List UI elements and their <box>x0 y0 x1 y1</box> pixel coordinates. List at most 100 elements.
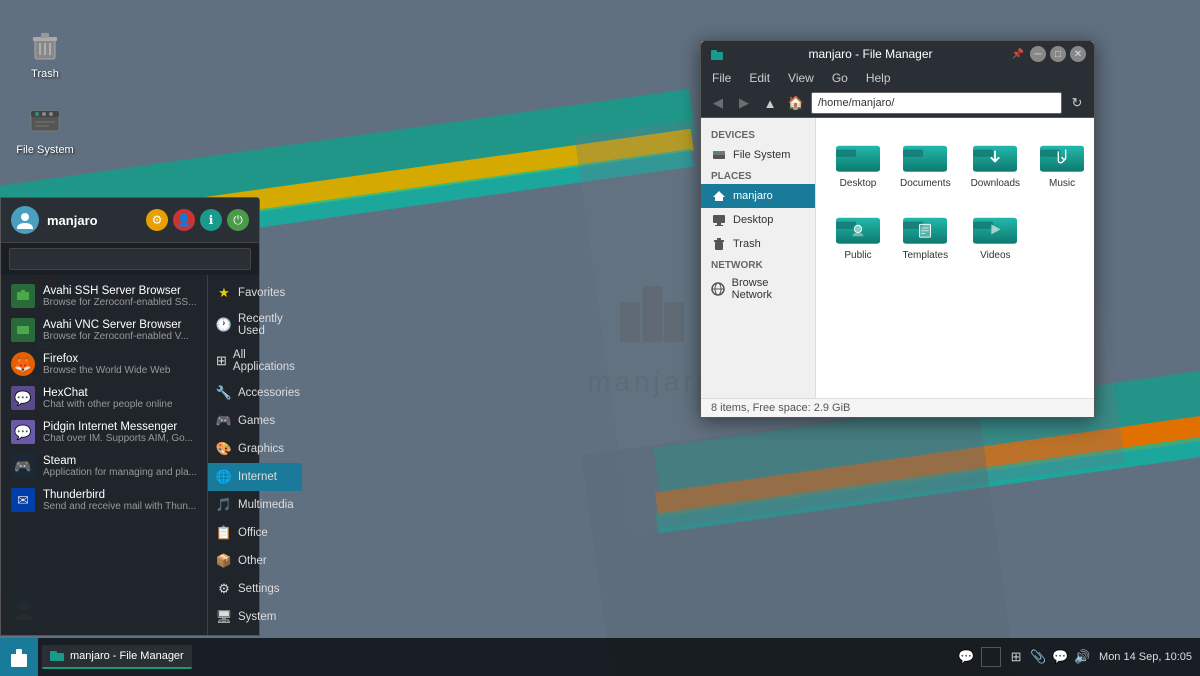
category-internet[interactable]: 🌐 Internet <box>208 463 302 491</box>
desktop-logo: manjaro <box>587 278 716 398</box>
network-sidebar-icon <box>711 281 726 297</box>
search-input[interactable] <box>9 248 251 270</box>
tray-icon-2[interactable]: 📎 <box>1029 648 1047 666</box>
desktop-icon-trash-label: Trash <box>31 68 59 81</box>
file-item-music[interactable]: Music <box>1035 133 1089 195</box>
all-applications-icon: ⊞ <box>216 353 227 369</box>
menu-edit[interactable]: Edit <box>746 70 773 86</box>
category-system[interactable]: 🖥 System <box>208 603 302 631</box>
sidebar-section-devices: DEVICES <box>701 126 815 143</box>
tray-icon-3[interactable]: 💬 <box>1051 648 1069 666</box>
pidgin-icon: 💬 <box>11 420 35 444</box>
category-office[interactable]: 📋 Office <box>208 519 302 547</box>
firefox-icon: 🦊 <box>11 352 35 376</box>
toolbar-up-btn[interactable]: ▲ <box>759 92 781 114</box>
menu-item-hexchat[interactable]: 💬 HexChat Chat with other people online <box>1 381 207 415</box>
favorites-icon: ★ <box>216 285 232 301</box>
window-titlebar: manjaro - File Manager 📌 ─ □ ✕ <box>701 41 1094 67</box>
tray-chat-icon[interactable]: 💬 <box>957 648 975 666</box>
window-close-btn[interactable]: ✕ <box>1070 46 1086 62</box>
window-title-icon <box>709 46 725 62</box>
sidebar-item-manjaro[interactable]: manjaro <box>701 184 815 208</box>
window-maximize-btn[interactable]: □ <box>1050 46 1066 62</box>
window-statusbar: 8 items, Free space: 2.9 GiB <box>701 398 1094 417</box>
sidebar-section-places: PLACES <box>701 167 815 184</box>
category-graphics[interactable]: 🎨 Graphics <box>208 435 302 463</box>
category-settings[interactable]: ⚙ Settings <box>208 575 302 603</box>
category-accessories[interactable]: 🔧 Accessories <box>208 379 302 407</box>
manjaro-sidebar-icon <box>711 188 727 204</box>
window-toolbar: ◀ ▶ ▲ 🏠 /home/manjaro/ ↻ <box>701 89 1094 118</box>
menu-item-pidgin-text: Pidgin Internet Messenger Chat over IM. … <box>43 421 197 444</box>
toolbar-forward-btn[interactable]: ▶ <box>733 92 755 114</box>
internet-icon: 🌐 <box>216 469 232 485</box>
other-icon: 📦 <box>216 553 232 569</box>
menu-help[interactable]: Help <box>863 70 894 86</box>
category-games[interactable]: 🎮 Games <box>208 407 302 435</box>
desktop-sidebar-icon <box>711 212 727 228</box>
window-minimize-btn[interactable]: ─ <box>1030 46 1046 62</box>
recently-used-icon: 🕐 <box>216 317 232 333</box>
menu-item-firefox[interactable]: 🦊 Firefox Browse the World Wide Web <box>1 347 207 381</box>
header-icon-settings[interactable]: ⚙ <box>146 209 168 231</box>
menu-go[interactable]: Go <box>829 70 851 86</box>
tray-icon-1[interactable]: ⊞ <box>1007 648 1025 666</box>
desktop-icon-filesystem[interactable]: File System <box>10 96 80 162</box>
category-other[interactable]: 📦 Other <box>208 547 302 575</box>
taskbar-window-list: manjaro - File Manager <box>38 645 949 669</box>
address-bar[interactable]: /home/manjaro/ <box>811 92 1062 114</box>
start-menu-avatar <box>11 206 39 234</box>
window-menubar: File Edit View Go Help <box>701 67 1094 89</box>
category-recently-used[interactable]: 🕐 Recently Used <box>208 307 302 343</box>
taskbar-item-file-manager[interactable]: manjaro - File Manager <box>42 645 192 669</box>
taskbar: manjaro - File Manager 💬 ⊞ 📎 💬 🔊 Mon 14 … <box>0 638 1200 676</box>
window-pin-btn[interactable]: 📌 <box>1010 46 1026 62</box>
category-favorites[interactable]: ★ Favorites <box>208 279 302 307</box>
steam-icon: 🎮 <box>11 454 35 478</box>
menu-item-firefox-text: Firefox Browse the World Wide Web <box>43 353 197 376</box>
header-icon-info[interactable]: ℹ <box>200 209 222 231</box>
menu-item-avahi-ssh-text: Avahi SSH Server Browser Browse for Zero… <box>43 285 197 308</box>
sidebar-item-browse-network[interactable]: Browse Network <box>701 273 815 305</box>
category-all-applications[interactable]: ⊞ All Applications <box>208 343 302 379</box>
file-item-videos[interactable]: Videos <box>966 205 1025 267</box>
file-item-downloads[interactable]: Downloads <box>966 133 1025 195</box>
menu-content: Avahi SSH Server Browser Browse for Zero… <box>1 275 259 635</box>
menu-item-thunderbird[interactable]: ✉ Thunderbird Send and receive mail with… <box>1 483 207 517</box>
sidebar-item-desktop[interactable]: Desktop <box>701 208 815 232</box>
office-icon: 📋 <box>216 525 232 541</box>
file-item-public[interactable]: Public <box>831 205 885 267</box>
menu-item-pidgin[interactable]: 💬 Pidgin Internet Messenger Chat over IM… <box>1 415 207 449</box>
file-item-templates[interactable]: Templates <box>895 205 956 267</box>
file-item-documents[interactable]: Documents <box>895 133 956 195</box>
tray-icon-4[interactable]: 🔊 <box>1073 648 1091 666</box>
toolbar-refresh-btn[interactable]: ↻ <box>1066 92 1088 114</box>
menu-view[interactable]: View <box>785 70 817 86</box>
tray-show-desktop[interactable] <box>981 647 1001 667</box>
sidebar-item-filesystem[interactable]: File System <box>701 143 815 167</box>
start-menu-username: manjaro <box>47 213 138 228</box>
thunderbird-icon: ✉ <box>11 488 35 512</box>
avahi-ssh-icon <box>11 284 35 308</box>
desktop-icon-trash[interactable]: Trash <box>10 20 80 86</box>
menu-item-steam[interactable]: 🎮 Steam Application for managing and pla… <box>1 449 207 483</box>
trash-sidebar-icon <box>711 236 727 252</box>
toolbar-back-btn[interactable]: ◀ <box>707 92 729 114</box>
category-multimedia[interactable]: 🎵 Multimedia <box>208 491 302 519</box>
hexchat-icon: 💬 <box>11 386 35 410</box>
desktop-logo-text: manjaro <box>587 366 716 398</box>
graphics-icon: 🎨 <box>216 441 232 457</box>
settings-icon: ⚙ <box>216 581 232 597</box>
menu-file[interactable]: File <box>709 70 734 86</box>
header-icon-user[interactable]: 👤 <box>173 209 195 231</box>
menu-item-thunderbird-text: Thunderbird Send and receive mail with T… <box>43 489 197 512</box>
toolbar-home-btn[interactable]: 🏠 <box>785 92 807 114</box>
file-item-desktop[interactable]: Desktop <box>831 133 885 195</box>
sidebar-item-trash[interactable]: Trash <box>701 232 815 256</box>
menu-item-avahi-vnc[interactable]: Avahi VNC Server Browser Browse for Zero… <box>1 313 207 347</box>
header-icon-power[interactable]: ⏻ <box>227 209 249 231</box>
start-menu: manjaro ⚙ 👤 ℹ ⏻ <box>0 197 260 636</box>
menu-item-avahi-ssh[interactable]: Avahi SSH Server Browser Browse for Zero… <box>1 279 207 313</box>
file-manager-window: manjaro - File Manager 📌 ─ □ ✕ File Edit… <box>700 40 1095 418</box>
taskbar-start-button[interactable] <box>0 638 38 676</box>
